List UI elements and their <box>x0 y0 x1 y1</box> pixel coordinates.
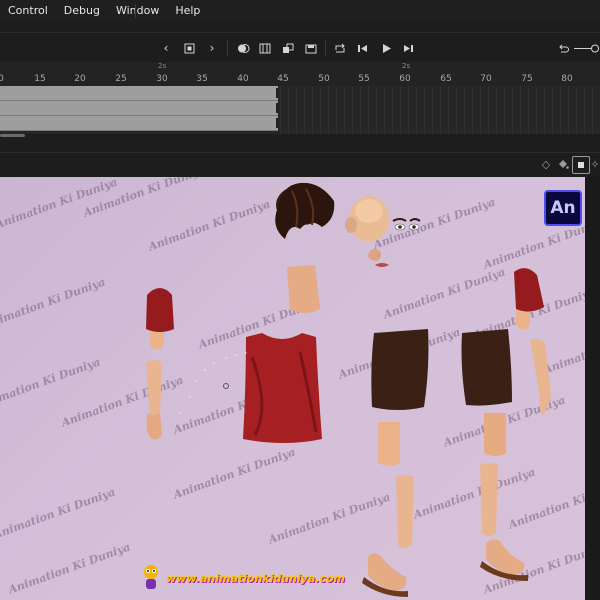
frame-number: 35 <box>196 74 208 84</box>
loop-icon[interactable] <box>331 39 349 57</box>
insert-frame-icon[interactable] <box>302 39 320 57</box>
frame-number: 40 <box>237 74 249 84</box>
play-icon[interactable] <box>377 39 395 57</box>
stage-header-bar: ◇ ✧ <box>0 152 600 175</box>
stage-canvas[interactable]: Animation Ki Duniya Animation Ki Duniya … <box>0 177 585 600</box>
menu-help[interactable]: Help <box>167 0 208 22</box>
adobe-animate-logo: An <box>544 190 582 226</box>
frame-ruler[interactable]: 2s 2s 0 15 20 25 30 35 40 45 50 55 60 65… <box>0 62 600 86</box>
layer-frame-span[interactable] <box>0 116 278 131</box>
insert-keyframe-icon[interactable] <box>180 39 198 57</box>
next-keyframe-icon[interactable]: › <box>203 39 221 57</box>
timeline-frames[interactable] <box>0 86 600 134</box>
frame-number: 30 <box>156 74 168 84</box>
clip-content-icon[interactable] <box>572 156 590 174</box>
frame-number: 55 <box>358 74 370 84</box>
menu-debug[interactable]: Debug <box>56 0 108 22</box>
step-forward-icon[interactable] <box>399 39 417 57</box>
layer-frame-span[interactable] <box>0 86 278 101</box>
menu-control[interactable]: Control <box>0 0 56 22</box>
zoom-slider[interactable] <box>574 39 600 57</box>
frame-number: 50 <box>318 74 330 84</box>
layer-frame-span[interactable] <box>0 101 278 116</box>
onion-skin-icon[interactable] <box>234 39 252 57</box>
frame-number: 20 <box>74 74 86 84</box>
empty-frames-grid[interactable] <box>280 86 600 134</box>
create-tween-icon[interactable] <box>279 39 297 57</box>
frame-number: 0 <box>0 74 4 84</box>
seconds-marker: 2s <box>402 62 411 70</box>
toolbar-divider <box>227 40 228 56</box>
frame-number: 45 <box>277 74 289 84</box>
frame-number: 80 <box>561 74 573 84</box>
paint-bucket-icon[interactable] <box>555 156 571 172</box>
frame-number: 60 <box>399 74 411 84</box>
mascot-icon <box>144 565 158 589</box>
keyframe-marker[interactable] <box>276 103 279 113</box>
stage-vertical-scrollbar[interactable] <box>585 177 600 600</box>
toolbar-divider <box>325 40 326 56</box>
menu-divider <box>135 4 136 18</box>
frame-number: 65 <box>440 74 452 84</box>
frame-number: 25 <box>115 74 127 84</box>
snap-icon[interactable]: ◇ <box>538 156 554 172</box>
website-link[interactable]: www.animationkiduniya.com <box>166 572 345 585</box>
menu-bar: Control Debug Window Help <box>0 0 600 22</box>
timeline-scrollbar[interactable] <box>0 134 25 137</box>
center-stage-icon[interactable]: ✧ <box>590 156 600 172</box>
timeline-toolbar: ‹ › <box>0 32 600 63</box>
keyframe-marker[interactable] <box>276 88 279 98</box>
keyframe-marker[interactable] <box>276 118 279 128</box>
frame-number: 70 <box>480 74 492 84</box>
motion-path-dots <box>179 352 247 414</box>
edit-multiple-frames-icon[interactable] <box>256 39 274 57</box>
seconds-marker: 2s <box>158 62 167 70</box>
prev-keyframe-icon[interactable]: ‹ <box>157 39 175 57</box>
undo-camera-icon[interactable] <box>554 39 572 57</box>
frame-number: 15 <box>34 74 46 84</box>
frame-number: 75 <box>521 74 533 84</box>
menu-window[interactable]: Window <box>108 0 167 22</box>
step-back-icon[interactable] <box>354 39 372 57</box>
